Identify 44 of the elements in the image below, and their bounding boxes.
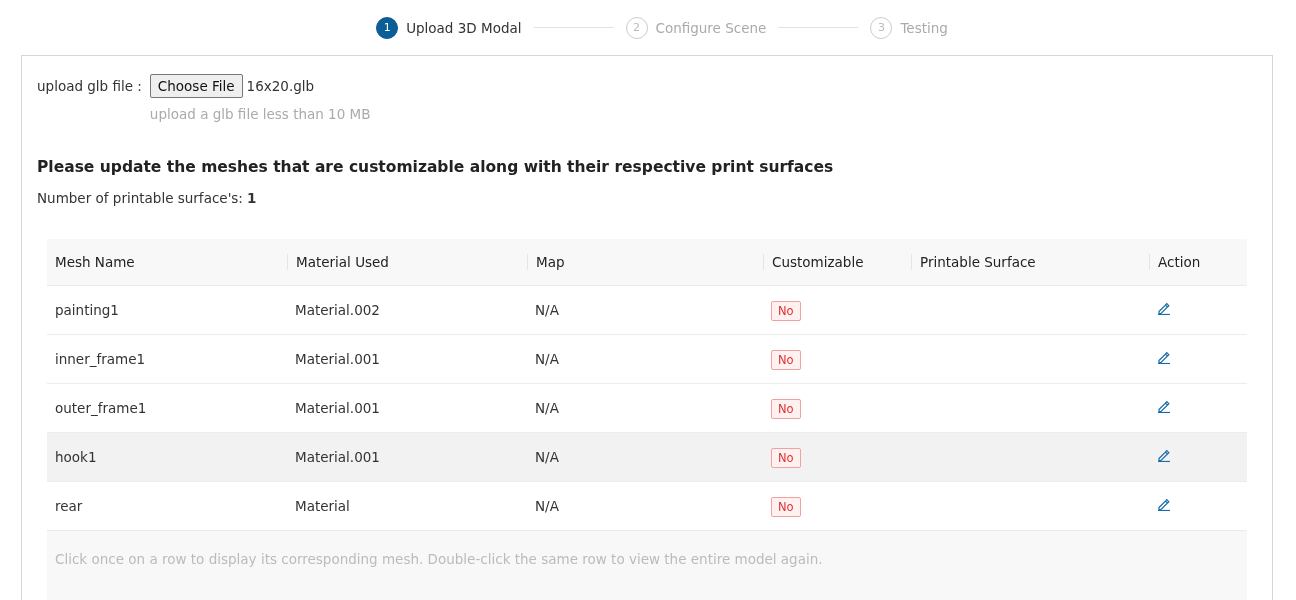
count-value: 1: [246, 190, 257, 206]
table-cell: N/A: [535, 498, 559, 514]
table-row[interactable]: painting1 Material.002 N/A No: [47, 286, 1247, 335]
table-cell: Material.001: [295, 351, 380, 367]
edit-icon[interactable]: [1157, 400, 1171, 413]
customizable-tag: No: [771, 301, 801, 321]
file-name: 16x20.glb: [246, 78, 315, 94]
table-cell: Material.002: [295, 302, 380, 318]
table-cell: N/A: [535, 400, 559, 416]
upload-hint: upload a glb file less than 10 MB: [149, 106, 371, 122]
column-header: Action: [1158, 254, 1201, 270]
table-cell: hook1: [55, 449, 97, 465]
column-header: Material Used: [296, 254, 389, 270]
customizable-tag: No: [771, 497, 801, 517]
table-cell: Material.001: [295, 400, 380, 416]
table-cell: Material: [295, 498, 350, 514]
table-cell: painting1: [55, 302, 119, 318]
table-cell: inner_frame1: [55, 351, 146, 367]
customizable-tag: No: [771, 350, 801, 370]
customizable-tag: No: [771, 399, 801, 419]
footer-note: Click once on a row to display its corresponding mesh. Double-click the same row to view the entire model again.: [55, 551, 823, 567]
table-cell: N/A: [535, 449, 559, 465]
step-label[interactable]: Upload 3D Modal: [406, 19, 522, 36]
edit-icon[interactable]: [1157, 498, 1171, 511]
step-number: 1: [376, 16, 399, 39]
table-cell: rear: [55, 498, 83, 514]
table-cell: Material.001: [295, 449, 380, 465]
choose-file-button[interactable]: Choose File: [149, 74, 243, 98]
edit-icon[interactable]: [1157, 449, 1171, 462]
table-row[interactable]: hook1 Material.001 N/A No: [47, 433, 1247, 482]
column-header: Map: [536, 254, 565, 270]
table-cell: outer_frame1: [55, 400, 147, 416]
table-cell: N/A: [535, 302, 559, 318]
column-header: Printable Surface: [920, 254, 1036, 270]
upload-label: upload glb file :: [37, 77, 142, 96]
edit-icon[interactable]: [1157, 351, 1171, 364]
section-heading: Please update the meshes that are customizable along with their respective print surfaces: [37, 158, 835, 176]
edit-icon[interactable]: [1157, 302, 1171, 315]
table-row[interactable]: inner_frame1 Material.001 N/A No: [47, 335, 1247, 384]
count-label: Number of printable surface's:: [37, 190, 243, 206]
column-header: Customizable: [772, 254, 864, 270]
customizable-tag: No: [771, 448, 801, 468]
column-header: Mesh Name: [55, 254, 135, 270]
table-cell: N/A: [535, 351, 559, 367]
